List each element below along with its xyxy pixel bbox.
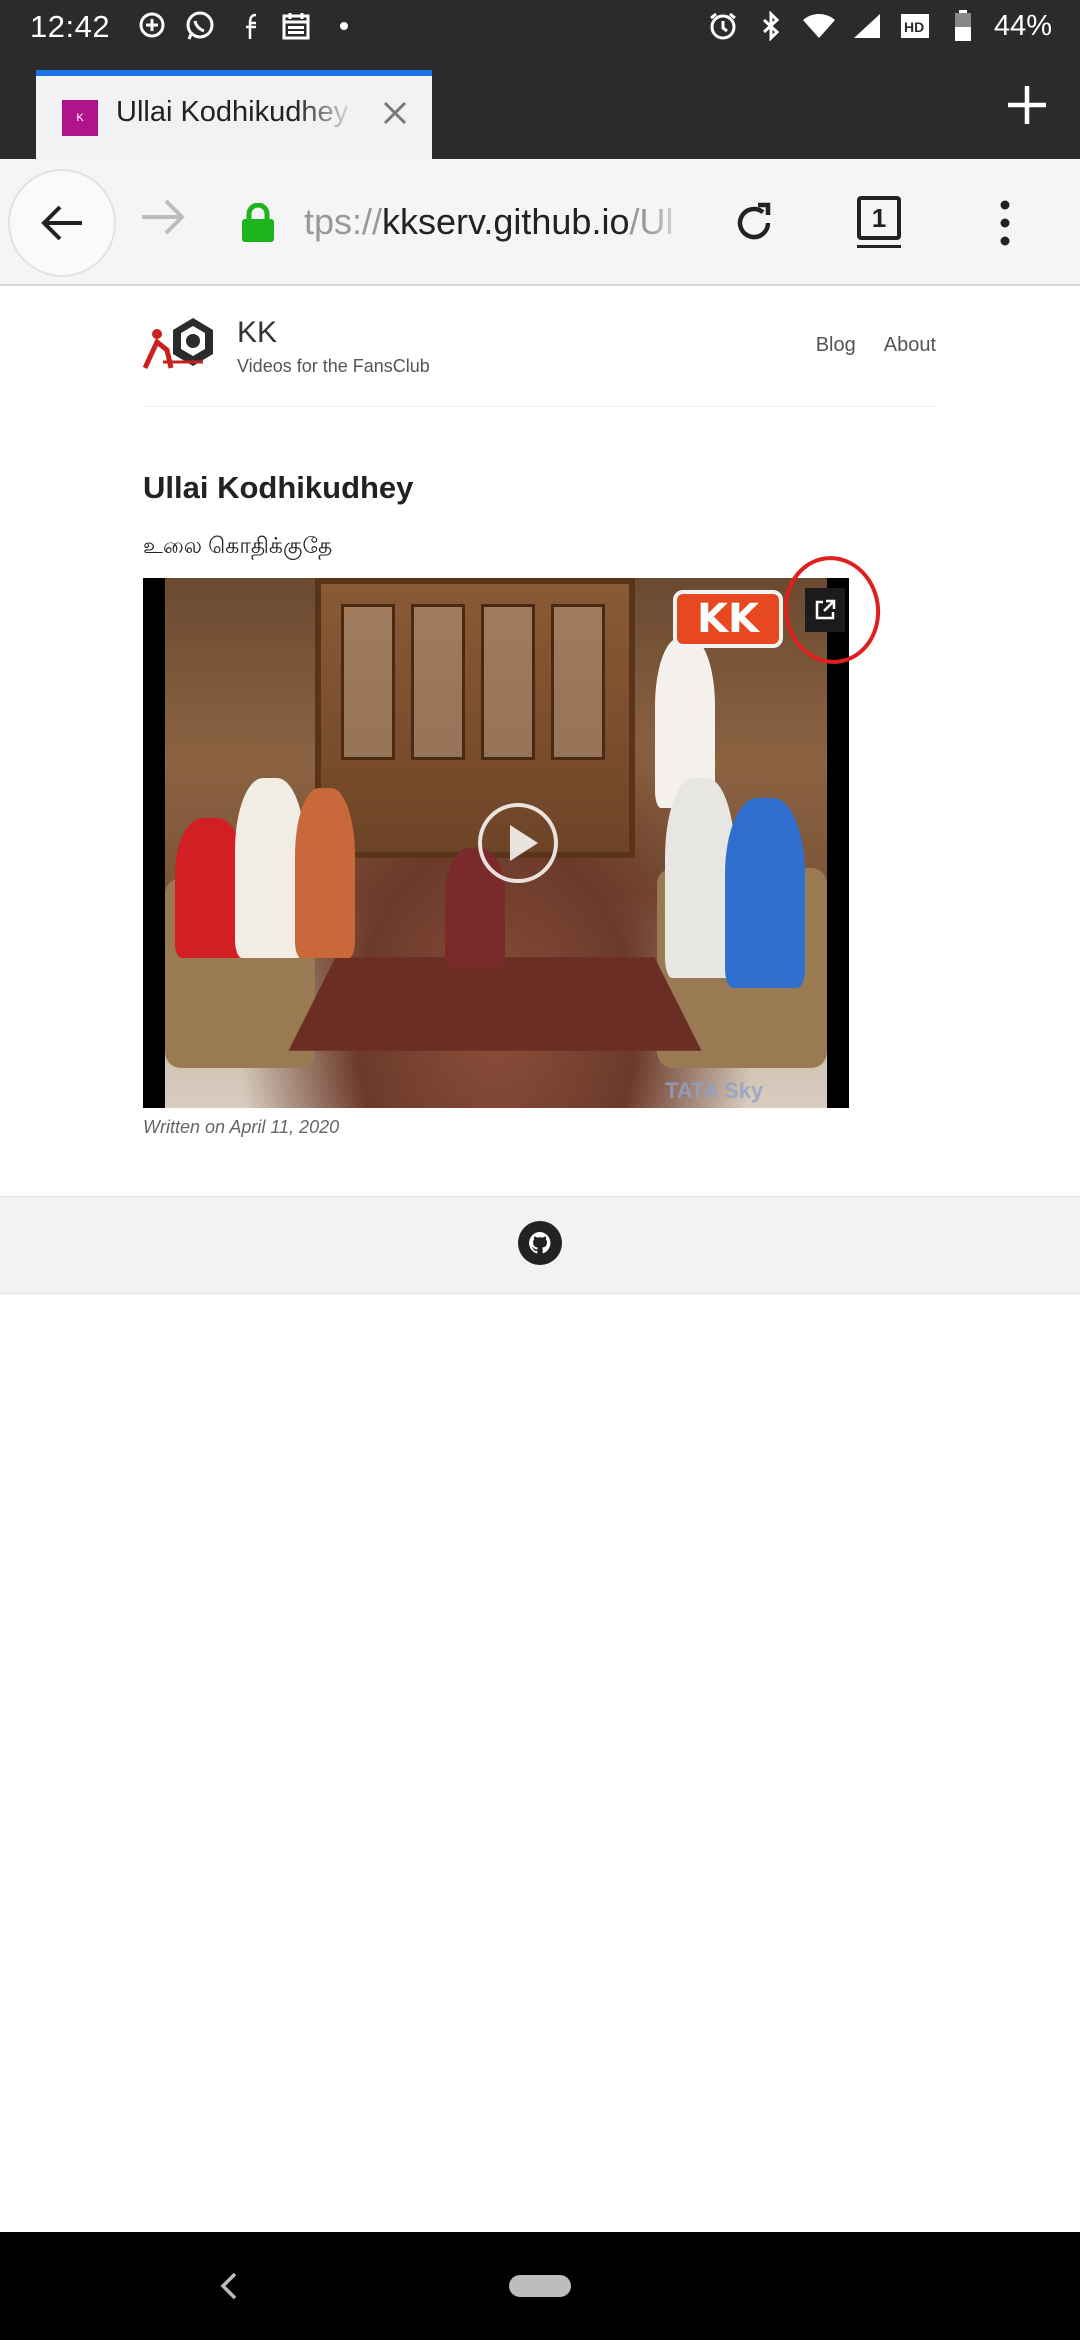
- site-header: KK Videos for the FansClub Blog About: [142, 300, 936, 407]
- browser-toolbar: tps://kkserv.github.io/Ul 1: [0, 159, 1080, 286]
- wifi-icon: [802, 9, 836, 43]
- site-logo[interactable]: [142, 316, 217, 372]
- video-embed[interactable]: TATA Sky KK: [143, 578, 849, 1108]
- url-host: kkserv.github.io: [382, 201, 630, 242]
- status-time: 12:42: [30, 9, 111, 44]
- site-description: Videos for the FansClub: [237, 356, 430, 376]
- system-back-icon[interactable]: [215, 2268, 245, 2304]
- kk-channel-logo: KK: [673, 590, 783, 648]
- post-subtitle: உலை கொதிக்குதே: [143, 533, 333, 558]
- hd-icon: HD: [898, 9, 932, 43]
- signal-icon: [850, 9, 884, 43]
- url-path: /Ul: [629, 201, 674, 242]
- tab-favicon: K: [62, 100, 98, 136]
- back-button[interactable]: [10, 171, 114, 275]
- maps-icon: [135, 9, 169, 43]
- system-icons: HD 44%: [706, 9, 1052, 43]
- calendar-icon: [279, 9, 313, 43]
- nav-about-link[interactable]: About: [884, 334, 936, 357]
- thumbnail-cabinet: [315, 578, 635, 858]
- lock-icon[interactable]: [240, 202, 276, 243]
- svg-text:HD: HD: [904, 19, 924, 35]
- notification-icons: [135, 9, 361, 43]
- system-home-pill[interactable]: [509, 2275, 571, 2297]
- reload-icon[interactable]: [730, 199, 778, 247]
- thumbnail-person: [295, 788, 355, 958]
- system-nav-bar: [0, 2232, 1080, 2340]
- overflow-menu-icon[interactable]: [990, 195, 1020, 251]
- url-bar[interactable]: tps://kkserv.github.io/Ul: [304, 201, 688, 243]
- battery-percent: 44%: [993, 9, 1052, 42]
- facebook-icon: [231, 9, 265, 43]
- browser-tab[interactable]: K Ullai Kodhikudhey: [36, 70, 432, 159]
- new-tab-plus-icon[interactable]: [1004, 82, 1050, 128]
- github-icon[interactable]: [518, 1221, 562, 1265]
- forward-arrow-icon[interactable]: [140, 197, 190, 247]
- tab-switcher-button[interactable]: 1: [857, 196, 901, 248]
- arrow-left-icon: [41, 205, 82, 241]
- tab-close-icon[interactable]: [380, 98, 410, 128]
- top-chrome: 12:42 HD 44% K Ullai Kodhikudhey: [0, 0, 1080, 159]
- status-bar: 12:42 HD 44%: [0, 0, 1080, 54]
- thumbnail-rug: [288, 957, 702, 1051]
- post-title: Ullai Kodhikudhey: [143, 470, 414, 505]
- whatsapp-icon: [183, 9, 217, 43]
- site-footer: [0, 1196, 1080, 1294]
- site-name[interactable]: KK: [237, 316, 277, 350]
- dot-icon: [327, 9, 361, 43]
- video-thumbnail: TATA Sky: [165, 578, 827, 1108]
- play-icon[interactable]: [478, 803, 558, 883]
- alarm-icon: [706, 9, 740, 43]
- tab-title: Ullai Kodhikudhey: [116, 96, 356, 129]
- thumbnail-person: [725, 798, 805, 988]
- channel-watermark: TATA Sky: [665, 1078, 764, 1103]
- bluetooth-icon: [754, 9, 788, 43]
- site-nav: Blog About: [816, 334, 936, 357]
- nav-blog-link[interactable]: Blog: [816, 334, 856, 357]
- url-scheme: tps://: [304, 201, 383, 242]
- post-date: Written on April 11, 2020: [143, 1117, 340, 1137]
- battery-icon: [946, 9, 980, 43]
